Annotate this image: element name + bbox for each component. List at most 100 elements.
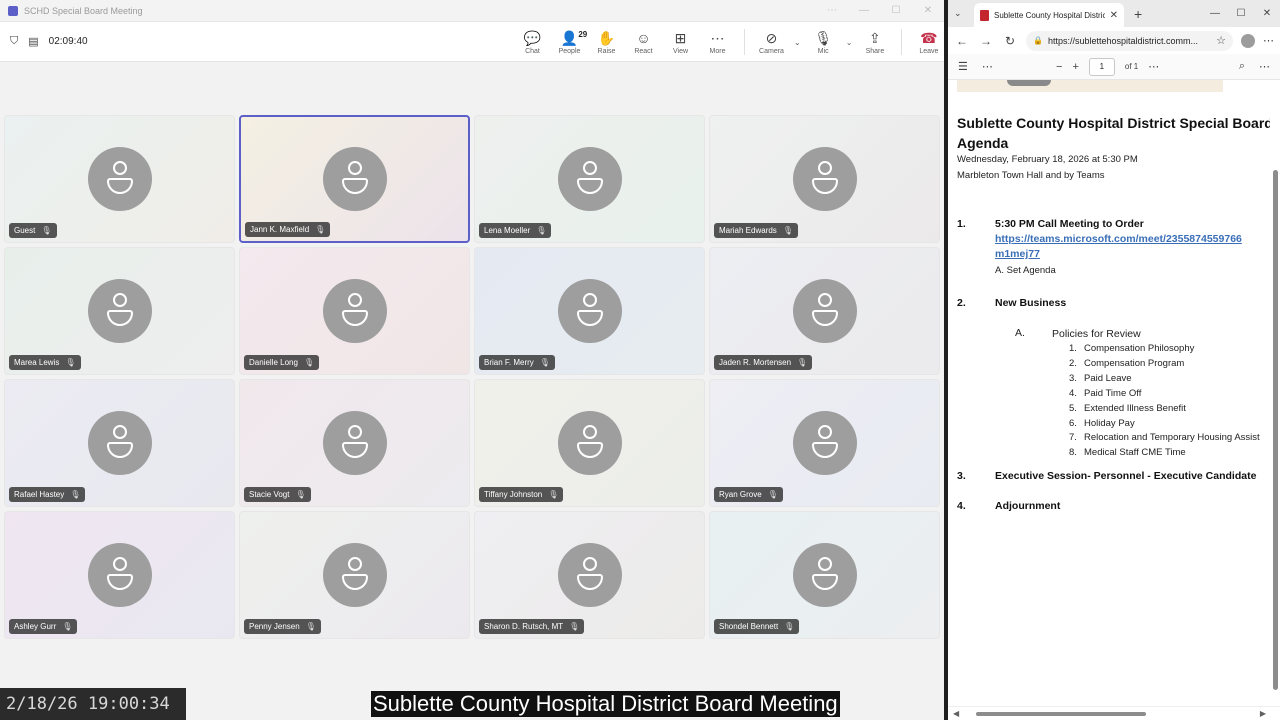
view-button[interactable]: ⊞ View xyxy=(662,30,699,55)
participant-tile[interactable]: Shondel Bennett 🎙 xyxy=(709,511,940,639)
new-tab-icon[interactable]: + xyxy=(1134,6,1142,22)
horizontal-scrollbar[interactable]: ◀ ▶ xyxy=(948,706,1280,720)
zoom-in-icon[interactable]: + xyxy=(1072,61,1078,73)
lock-icon[interactable]: 🔒 xyxy=(1033,36,1043,45)
toolbar-divider xyxy=(744,29,745,55)
participant-tile[interactable]: Marea Lewis 🎙 xyxy=(4,247,235,375)
address-bar[interactable]: 🔒 https://sublettehospitaldistrict.comm.… xyxy=(1026,30,1233,51)
teams-link-line-2[interactable]: m1mej77 xyxy=(995,248,1040,260)
participant-tile[interactable]: Ashley Gurr 🎙 xyxy=(4,511,235,639)
participant-tile[interactable]: Jaden R. Mortensen 🎙 xyxy=(709,247,940,375)
tab-title: Sublette County Hospital District S xyxy=(994,10,1105,20)
mic-options-chevron-icon[interactable]: ⌄ xyxy=(846,38,853,47)
browser-tab[interactable]: Sublette County Hospital District S ✕ xyxy=(974,3,1124,27)
participant-nametag: Ashley Gurr 🎙 xyxy=(9,619,78,634)
chat-label: Chat xyxy=(525,47,540,55)
avatar xyxy=(792,543,857,607)
participant-tile[interactable]: Brian F. Merry 🎙 xyxy=(474,247,705,375)
mic-button[interactable]: 🎙 Mic xyxy=(805,30,842,55)
avatar xyxy=(557,411,622,475)
tab-close-icon[interactable]: ✕ xyxy=(1110,10,1118,21)
react-button[interactable]: ☺ React xyxy=(625,30,662,55)
page-number-input[interactable]: 1 xyxy=(1088,57,1115,76)
participant-tile[interactable]: Tiffany Johnston 🎙 xyxy=(474,379,705,507)
more-button[interactable]: ⋯ More xyxy=(699,30,736,55)
camera-options-chevron-icon[interactable]: ⌄ xyxy=(794,38,801,47)
contents-icon[interactable]: ☰ xyxy=(958,60,968,73)
chat-button[interactable]: 💬 Chat xyxy=(514,30,551,55)
participant-tile[interactable]: Ryan Grove 🎙 xyxy=(709,379,940,507)
participant-tile[interactable]: Jann K. Maxfield 🎙 xyxy=(239,115,470,243)
favorite-star-icon[interactable]: ☆ xyxy=(1216,34,1226,47)
address-bar-row: ← → ↻ 🔒 https://sublettehospitaldistrict… xyxy=(948,27,1280,54)
people-button[interactable]: 👤 29 People xyxy=(551,30,588,55)
share-button[interactable]: ⇪ Share xyxy=(856,30,893,55)
zoom-out-icon[interactable]: − xyxy=(1056,61,1062,73)
url-text[interactable]: https://sublettehospitaldistrict.comm... xyxy=(1048,36,1211,46)
teams-link-line-1[interactable]: https://teams.microsoft.com/meet/2355874… xyxy=(995,233,1242,245)
participant-tile[interactable]: Rafael Hastey 🎙 xyxy=(4,379,235,507)
minimize-icon[interactable]: — xyxy=(1202,8,1228,19)
back-icon[interactable]: ← xyxy=(954,34,970,48)
avatar xyxy=(322,147,387,211)
policy-title: Compensation Program xyxy=(1084,357,1185,369)
person-head-icon xyxy=(112,557,127,571)
shield-icon[interactable]: ⛉ xyxy=(10,35,18,48)
close-icon[interactable]: ✕ xyxy=(1254,8,1280,19)
search-icon[interactable]: ⌕ xyxy=(1239,60,1245,73)
person-head-icon xyxy=(112,161,127,175)
scroll-right-icon[interactable]: ▶ xyxy=(1260,709,1266,718)
participant-grid: Guest 🎙 Jann K. Maxfield 🎙 Lena Moeller 🎙 Mari… xyxy=(4,115,940,639)
grid-icon: ⊞ xyxy=(674,29,687,46)
participant-tile[interactable]: Stacie Vogt 🎙 xyxy=(239,379,470,507)
participant-tile[interactable]: Mariah Edwards 🎙 xyxy=(709,115,940,243)
participant-name: Brian F. Merry xyxy=(484,358,534,367)
react-label: React xyxy=(634,47,653,55)
profile-avatar[interactable] xyxy=(1241,33,1255,48)
participant-tile[interactable]: Guest 🎙 xyxy=(4,115,235,243)
letterhead-banner xyxy=(957,80,1223,92)
participant-tile[interactable]: Lena Moeller 🎙 xyxy=(474,115,705,243)
document-title: Sublette County Hospital District Specia… xyxy=(957,113,1270,153)
pdf-more-left-icon[interactable]: ⋯ xyxy=(982,60,993,73)
participant-tile[interactable]: Penny Jensen 🎙 xyxy=(239,511,470,639)
avatar xyxy=(87,411,152,475)
avatar xyxy=(557,147,622,211)
forward-icon[interactable]: → xyxy=(978,34,994,48)
refresh-icon[interactable]: ↻ xyxy=(1002,34,1018,48)
participant-name: Ashley Gurr xyxy=(14,622,57,631)
mic-muted-icon: 🎙 xyxy=(70,490,81,499)
scroll-left-icon[interactable]: ◀ xyxy=(953,709,959,718)
item-1-title: 5:30 PM Call Meeting to Order xyxy=(995,218,1144,230)
participant-name: Marea Lewis xyxy=(14,358,60,367)
participant-tile[interactable]: Danielle Long 🎙 xyxy=(239,247,470,375)
mic-off-icon: 🎙 xyxy=(814,29,833,46)
camera-button[interactable]: ⊘ Camera xyxy=(753,30,790,55)
participant-name: Lena Moeller xyxy=(484,226,531,235)
scroll-thumb[interactable] xyxy=(976,712,1146,716)
policy-title: Extended Illness Benefit xyxy=(1084,402,1186,414)
close-icon[interactable]: ✕ xyxy=(912,5,944,16)
participant-count: 29 xyxy=(578,29,588,39)
participant-name: Rafael Hastey xyxy=(14,490,65,499)
minimize-icon[interactable]: — xyxy=(848,5,880,16)
vertical-scrollbar[interactable] xyxy=(1273,170,1278,690)
policy-title: Paid Leave xyxy=(1084,372,1132,384)
window-title: SCHD Special Board Meeting xyxy=(24,5,143,16)
participant-tile[interactable]: Sharon D. Rutsch, MT 🎙 xyxy=(474,511,705,639)
tab-actions-icon[interactable]: ⌄ xyxy=(954,8,974,19)
policy-number: 2. xyxy=(1069,357,1077,369)
maximize-icon[interactable]: ☐ xyxy=(880,5,912,16)
browser-menu-icon[interactable]: ⋯ xyxy=(1263,34,1274,47)
recording-info-icon[interactable]: ▤ xyxy=(28,35,38,48)
person-body-icon xyxy=(811,442,838,458)
pdf-more-icon[interactable]: ⋯ xyxy=(1148,60,1159,73)
pdf-menu-icon[interactable]: ⋯ xyxy=(1259,60,1270,73)
participant-name: Danielle Long xyxy=(249,358,298,367)
raise-hand-label: Raise xyxy=(597,47,616,55)
leave-button[interactable]: ☎ Leave xyxy=(910,30,947,55)
maximize-icon[interactable]: ☐ xyxy=(1228,8,1254,19)
avatar xyxy=(792,147,857,211)
more-options-icon[interactable]: ⋯ xyxy=(816,5,848,16)
raise-hand-button[interactable]: ✋ Raise xyxy=(588,30,625,55)
